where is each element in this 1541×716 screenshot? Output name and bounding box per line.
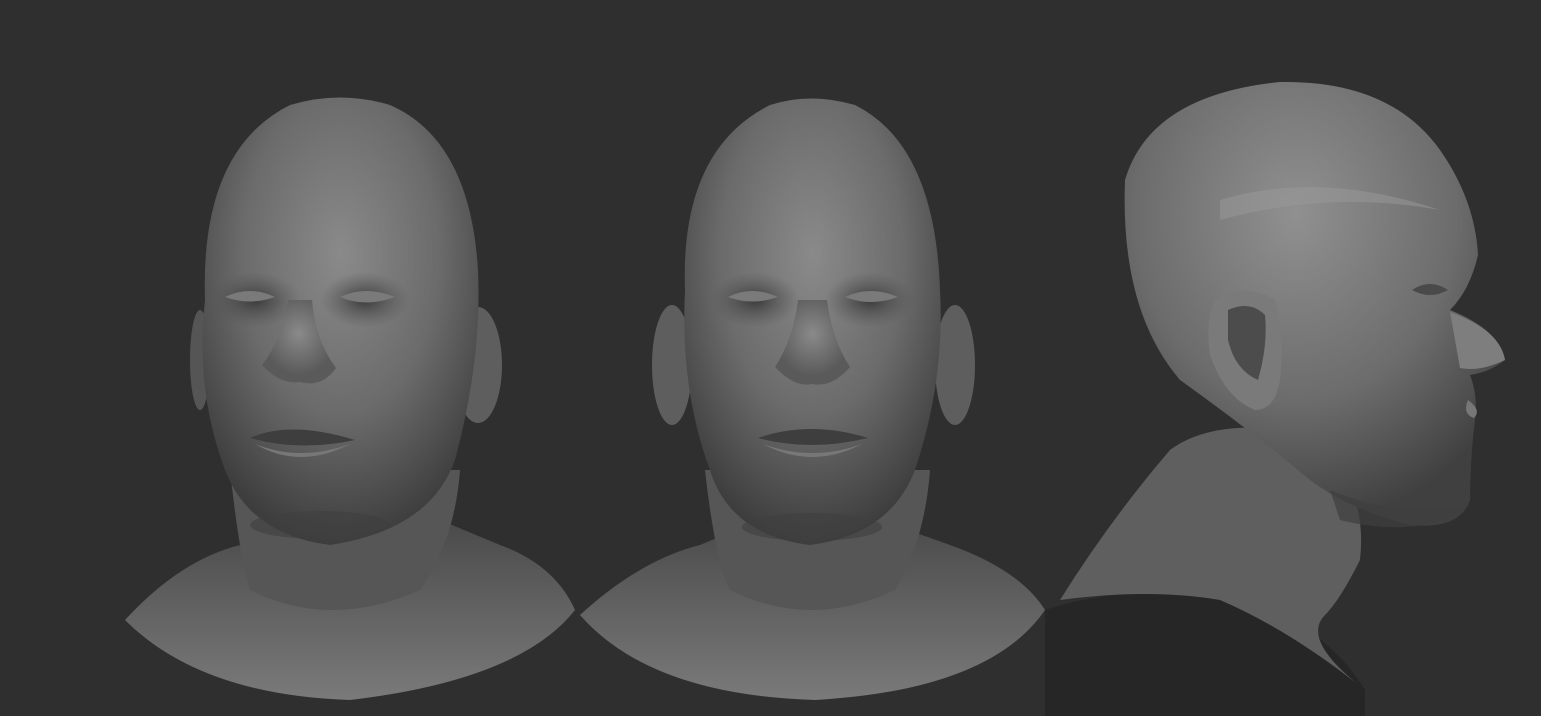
head-side-profile xyxy=(1045,81,1505,716)
head-front xyxy=(580,98,1045,700)
sculpt-render xyxy=(125,81,1505,716)
sculpt-viewport xyxy=(0,0,1541,716)
head-front-three-quarter xyxy=(125,97,575,700)
